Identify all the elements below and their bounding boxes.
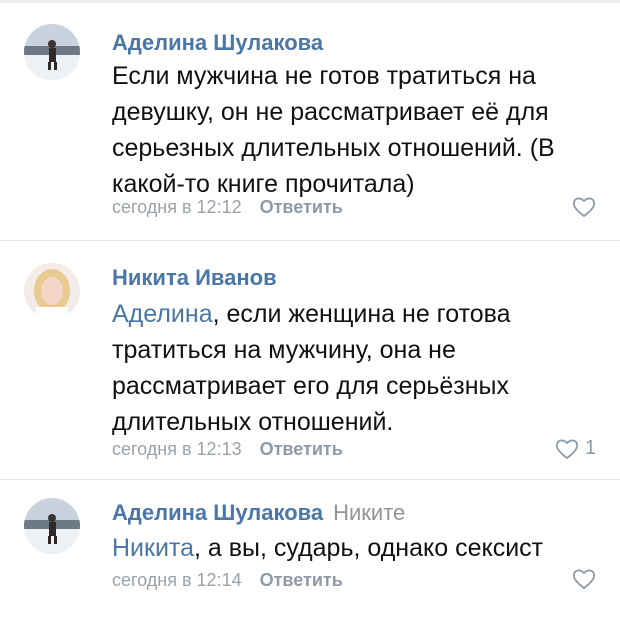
comment-2: Никита Иванов Аделина, если женщина не г… — [0, 241, 620, 479]
comment-text: Аделина, если женщина не готова тратитьс… — [112, 296, 582, 440]
avatar[interactable] — [24, 24, 80, 80]
reply-to-link[interactable]: Никите — [333, 500, 405, 525]
avatar[interactable] — [24, 263, 80, 319]
reply-button[interactable]: Ответить — [260, 197, 343, 217]
comment-body: , а вы, сударь, однако сексист — [194, 534, 544, 562]
comment-text: Никита, а вы, сударь, однако сексист — [112, 530, 592, 566]
like-button[interactable] — [572, 196, 596, 218]
comment-time: сегодня в 12:12 — [112, 197, 242, 217]
author-name[interactable]: Аделина Шулакова — [112, 30, 323, 55]
like-button[interactable] — [572, 568, 596, 590]
comment-text: Если мужчина не готов тратиться на девуш… — [112, 58, 582, 202]
reply-button[interactable]: Ответить — [260, 570, 343, 590]
winter-photo-avatar-icon — [24, 498, 80, 554]
heart-icon — [555, 439, 578, 459]
mention-link[interactable]: Никита — [112, 534, 194, 562]
mention-link[interactable]: Аделина — [112, 300, 213, 328]
like-button[interactable]: 1 — [555, 437, 596, 460]
like-count: 1 — [584, 437, 596, 459]
heart-icon — [572, 569, 596, 590]
comment-1: Аделина Шулакова Если мужчина не готов т… — [0, 0, 620, 240]
comment-meta: сегодня в 12:14 Ответить — [112, 570, 343, 591]
reply-button[interactable]: Ответить — [260, 439, 343, 459]
comment-author[interactable]: Аделина Шулакова Никите — [112, 500, 405, 526]
blonde-woman-avatar-icon — [24, 263, 80, 319]
comment-time: сегодня в 12:13 — [112, 439, 242, 459]
comment-body: Если мужчина не готов тратиться на девуш… — [112, 62, 555, 198]
author-name[interactable]: Никита Иванов — [112, 265, 277, 290]
avatar[interactable] — [24, 498, 80, 554]
heart-icon — [572, 197, 596, 218]
winter-photo-avatar-icon — [24, 24, 80, 80]
comment-3: Аделина Шулакова Никите Никита, а вы, суд… — [0, 480, 620, 622]
comment-time: сегодня в 12:14 — [112, 570, 242, 590]
comment-author[interactable]: Никита Иванов — [112, 265, 277, 291]
comment-meta: сегодня в 12:12 Ответить — [112, 197, 343, 218]
comment-author[interactable]: Аделина Шулакова — [112, 30, 323, 56]
comment-meta: сегодня в 12:13 Ответить — [112, 439, 343, 460]
author-name[interactable]: Аделина Шулакова — [112, 500, 323, 525]
